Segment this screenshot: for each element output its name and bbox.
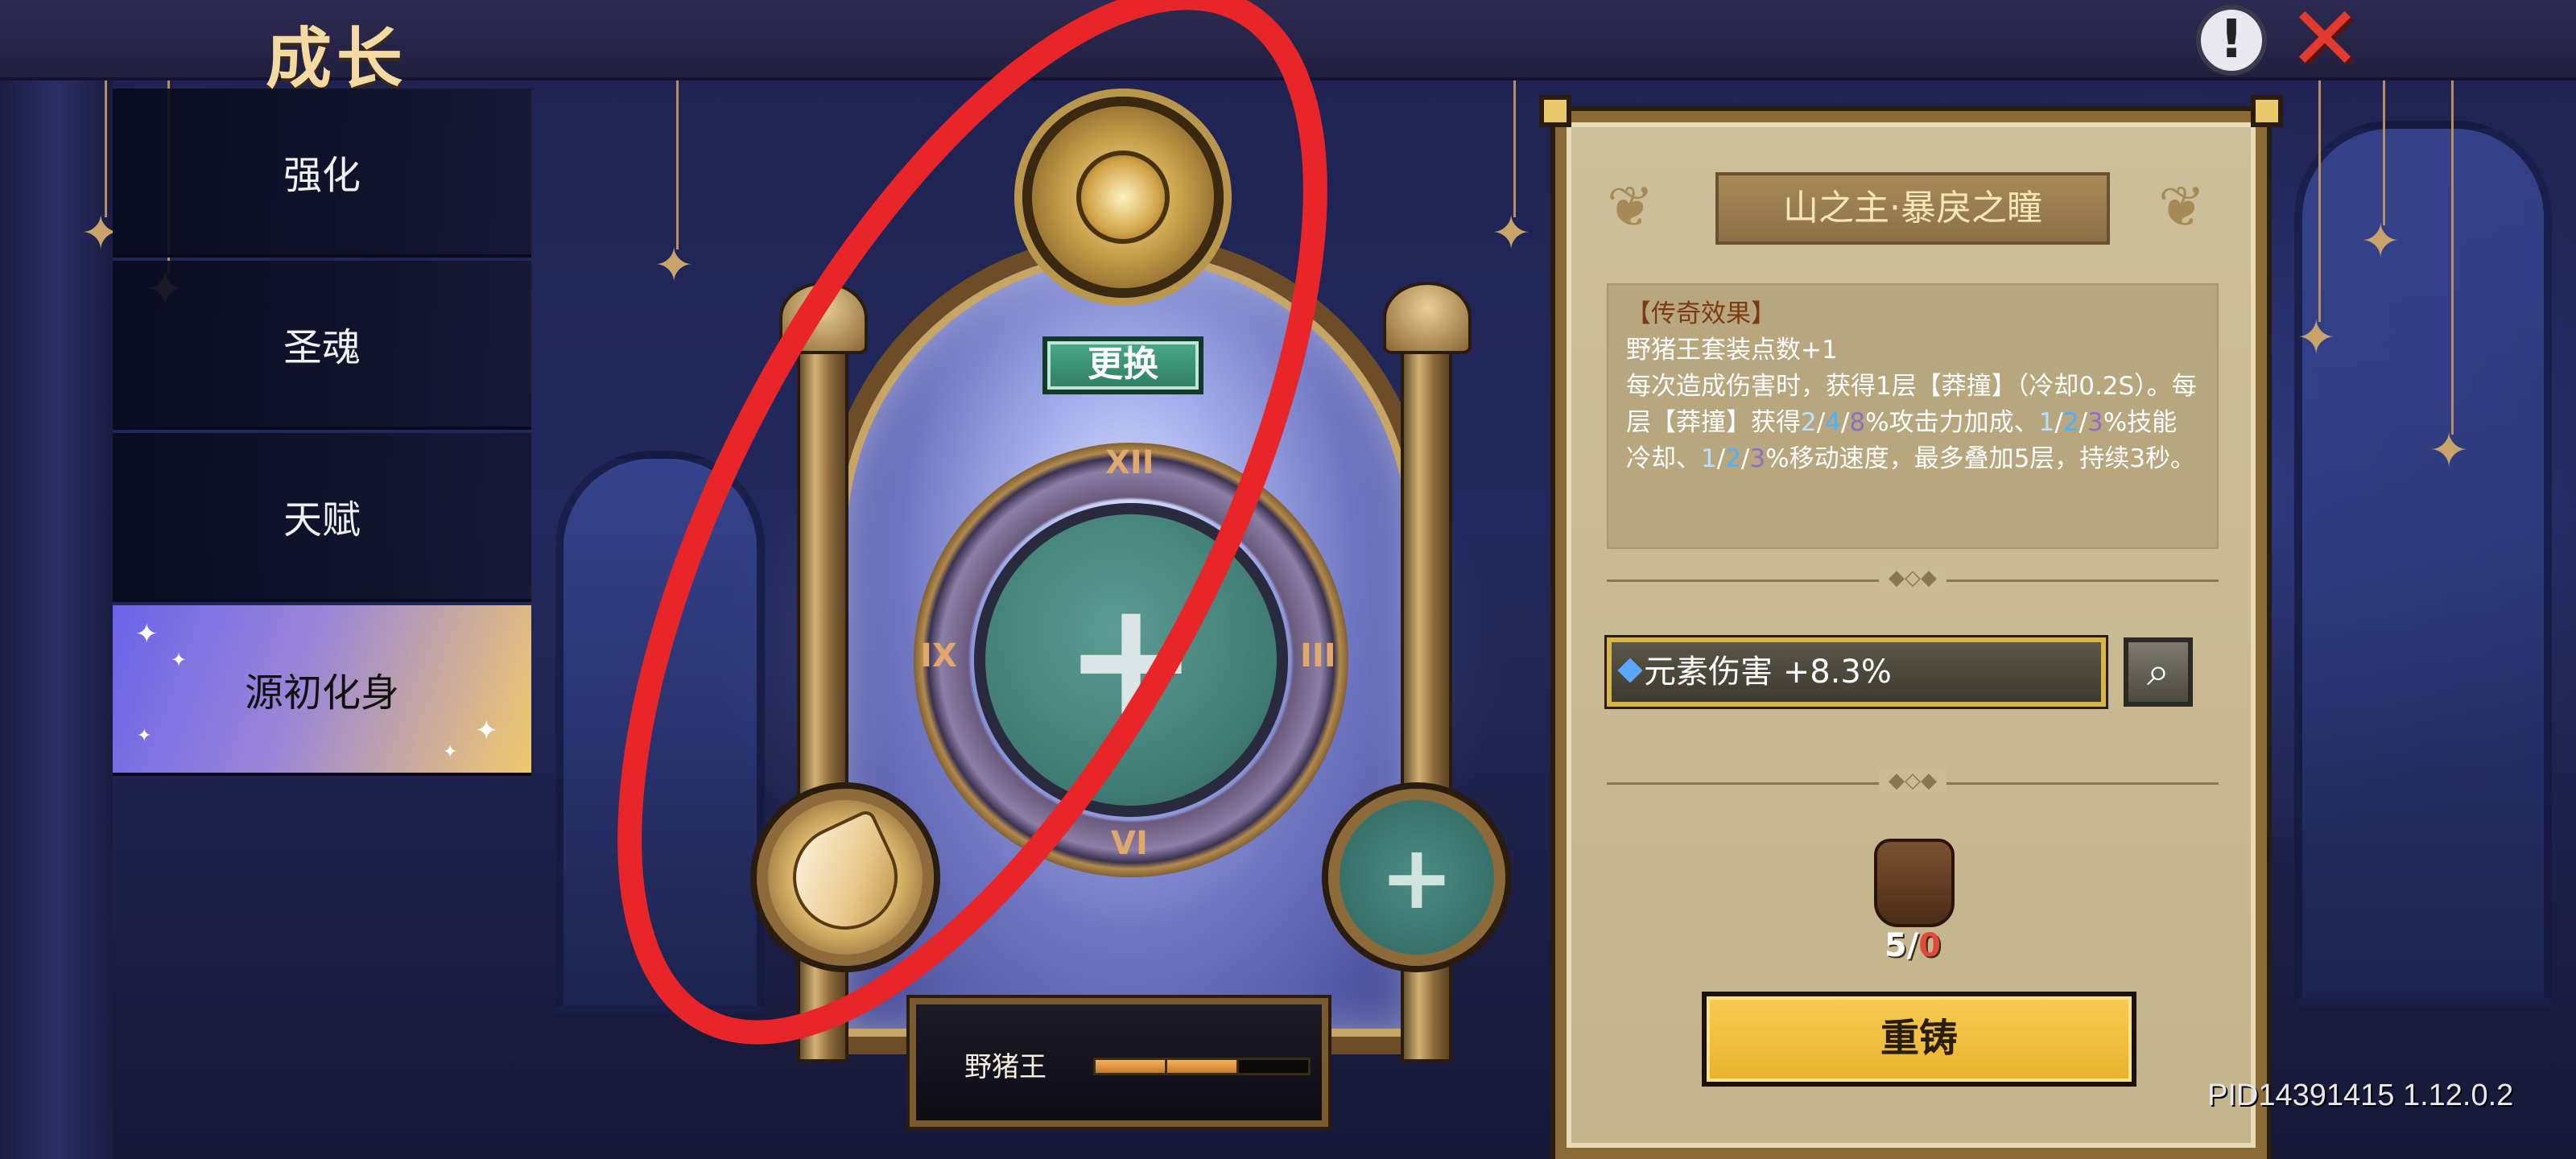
- title-ornament-left: ❦: [1607, 174, 1654, 240]
- sparkle-icon: ✦: [137, 726, 152, 746]
- bg-star-ornament: ✦: [2296, 310, 2337, 366]
- set-progress-segment: [1239, 1060, 1308, 1073]
- info-button[interactable]: !: [2196, 5, 2267, 76]
- sidebar-item-label: 源初化身: [244, 670, 399, 716]
- sidebar: 强化 圣魂 天赋 ✦ ✦ ✦ ✦ ✦ 源初化身: [113, 89, 531, 779]
- set-progress-segment: [1167, 1060, 1239, 1073]
- panel-corner-stud: [2251, 95, 2283, 127]
- close-button[interactable]: ✕: [2285, 0, 2365, 83]
- page-title: 成长: [266, 21, 408, 97]
- sidebar-item-label: 强化: [283, 153, 361, 198]
- divider: ◆◇◆: [1607, 769, 2219, 802]
- version-label: PID14391415 1.12.0.2: [2207, 1079, 2514, 1112]
- boar-hide-material-icon: [1874, 839, 1955, 927]
- sidebar-item-holy-soul[interactable]: 圣魂: [113, 261, 531, 430]
- bg-star-ornament: ✦: [2360, 213, 2401, 270]
- boar-crest-slot[interactable]: [1022, 97, 1224, 298]
- sparkle-icon: ✦: [135, 618, 159, 650]
- title-ornament-right: ❦: [2158, 174, 2206, 240]
- bg-hang-line: [2451, 80, 2454, 435]
- sparkle-icon: ✦: [475, 715, 498, 747]
- clock-numeral: VI: [1111, 825, 1148, 862]
- altar-pillar-cap: [779, 282, 868, 354]
- claw-item-icon: [775, 807, 915, 947]
- inspect-button[interactable]: ⌕: [2124, 637, 2193, 707]
- gem-icon: [1617, 658, 1643, 683]
- plus-icon: +: [1379, 826, 1455, 929]
- set-progress-bar: [1093, 1058, 1311, 1075]
- game-screen: ✦ ✦ ✦ ✦ ✦ ✦ ✦ 成长 ! ✕ 强化 圣魂 天赋 ✦ ✦ ✦ ✦: [0, 0, 2576, 1159]
- clock-numeral: IX: [920, 637, 957, 674]
- close-icon: ✕: [2287, 0, 2363, 90]
- main-equip-slot[interactable]: +: [974, 503, 1288, 817]
- bg-hang-line: [676, 80, 679, 250]
- bg-star-ornament: ✦: [2429, 423, 2470, 479]
- sidebar-item-primal-avatar[interactable]: ✦ ✦ ✦ ✦ ✦ 源初化身: [113, 605, 531, 776]
- altar-pillar-cap: [1383, 282, 1472, 354]
- stat-text: 元素伤害 +8.3%: [1644, 654, 1892, 691]
- clock-numeral: III: [1300, 637, 1336, 674]
- top-bar: 成长 ! ✕: [0, 0, 2576, 97]
- avatar-altar: 更换 XII III VI IX + +: [708, 97, 1554, 1143]
- equip-slot-claw[interactable]: [757, 789, 934, 966]
- panel-corner-stud: [1539, 95, 1571, 127]
- legendary-effect-box: 【传奇效果】 野猪王套装点数+1 每次造成伤害时，获得1层【莽撞】（冷却0.2S…: [1607, 283, 2219, 549]
- stat-row[interactable]: 元素伤害 +8.3%: [1607, 637, 2106, 707]
- bg-hang-line: [105, 80, 107, 217]
- bg-hang-line: [2383, 80, 2385, 225]
- sparkle-icon: ✦: [171, 649, 188, 671]
- sidebar-item-label: 天赋: [283, 497, 361, 542]
- set-progress-segment: [1096, 1060, 1167, 1073]
- item-detail-panel: ❦ 山之主·暴戾之瞳 ❦ 【传奇效果】 野猪王套装点数+1 每次造成伤害时，获得…: [1539, 95, 2283, 1159]
- bg-star-ornament: ✦: [654, 237, 695, 294]
- bg-window-right: [2294, 121, 2552, 1006]
- plus-icon: +: [1063, 566, 1199, 753]
- clock-numeral: XII: [1105, 444, 1154, 481]
- bg-hang-line: [2318, 80, 2321, 322]
- set-bonus-bar[interactable]: 野猪王: [910, 998, 1328, 1127]
- effect-line: 野猪王套装点数+1: [1626, 336, 1838, 365]
- sidebar-item-label: 圣魂: [283, 325, 361, 370]
- item-name: 山之主·暴戾之瞳: [1715, 172, 2110, 245]
- swap-button[interactable]: 更换: [1042, 336, 1203, 394]
- effect-description: 每次造成伤害时，获得1层【莽撞】（冷却0.2S）。每层【莽撞】获得2/4/8%攻…: [1626, 372, 2197, 473]
- effect-title: 【传奇效果】: [1626, 299, 1776, 328]
- sidebar-item-talent[interactable]: 天赋: [113, 433, 531, 602]
- magnifier-icon: ⌕: [2147, 648, 2169, 695]
- boar-skull-icon: [1076, 151, 1170, 244]
- sidebar-item-enhance[interactable]: 强化: [113, 89, 531, 258]
- sparkle-icon: ✦: [443, 742, 458, 762]
- divider: ◆◇◆: [1607, 566, 2219, 599]
- exclamation-icon: !: [2219, 8, 2244, 70]
- set-name: 野猪王: [964, 1051, 1046, 1083]
- reforge-button[interactable]: 重铸: [1702, 992, 2136, 1087]
- material-count: 5/0: [1884, 927, 1942, 964]
- equip-slot-empty[interactable]: +: [1328, 789, 1505, 966]
